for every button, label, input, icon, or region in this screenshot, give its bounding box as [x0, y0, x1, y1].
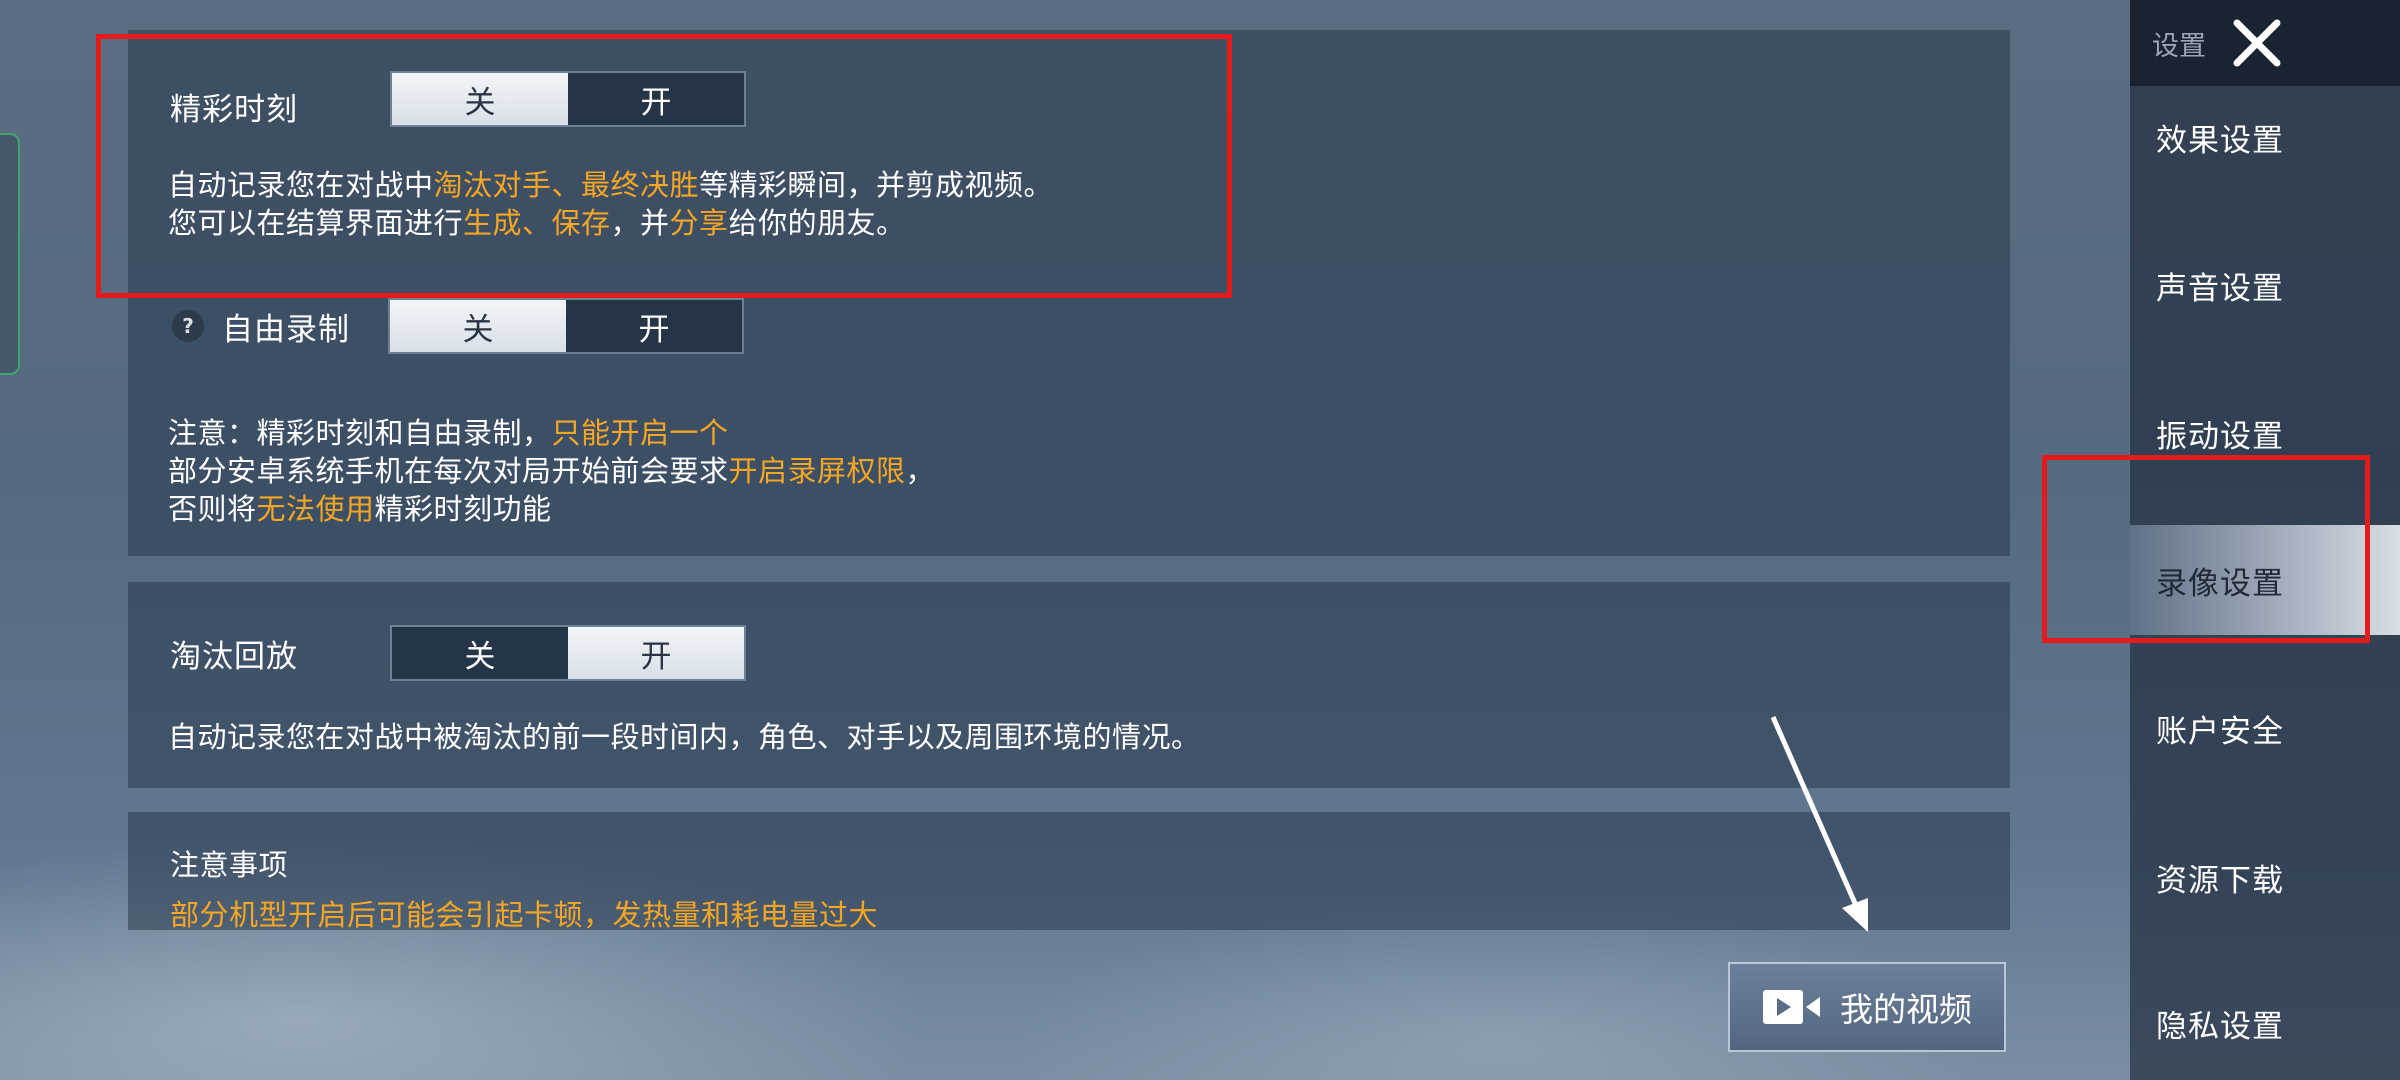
note-line1: 注意：精彩时刻和自由录制，只能开启一个 — [168, 416, 729, 450]
sidebar-item-resource-download[interactable]: 资源下载 — [2130, 822, 2400, 932]
notice-title: 注意事项 — [170, 848, 289, 882]
annotation-box-highlights — [96, 34, 1232, 298]
note-line3: 否则将无法使用精彩时刻功能 — [168, 492, 552, 526]
left-edge-tab[interactable] — [0, 133, 20, 375]
my-video-button[interactable]: 我的视频 — [1728, 962, 2006, 1052]
sidebar-title: 设置 — [2152, 30, 2206, 62]
elimination-replay-toggle-off[interactable]: 关 — [392, 627, 568, 679]
video-camera-icon — [1763, 990, 1820, 1024]
recording-note: 注意：精彩时刻和自由录制，只能开启一个 部分安卓系统手机在每次对局开始前会要求开… — [168, 414, 935, 528]
sidebar-item-privacy[interactable]: 隐私设置 — [2130, 968, 2400, 1078]
elimination-replay-description: 自动记录您在对战中被淘汰的前一段时间内，角色、对手以及周围环境的情况。 — [168, 720, 1201, 754]
free-record-toggle[interactable]: 关 开 — [388, 298, 744, 354]
free-record-row: ? 自由录制 — [172, 298, 350, 354]
elimination-replay-label: 淘汰回放 — [170, 638, 298, 675]
note-line2: 部分安卓系统手机在每次对局开始前会要求开启录屏权限， — [168, 454, 936, 488]
elimination-replay-toggle[interactable]: 关 开 — [390, 625, 746, 681]
close-icon[interactable] — [2228, 14, 2286, 72]
free-record-toggle-off[interactable]: 关 — [390, 300, 566, 352]
sidebar-item-account-security[interactable]: 账户安全 — [2130, 673, 2400, 783]
elimination-replay-panel — [128, 582, 2010, 788]
free-record-toggle-on[interactable]: 开 — [566, 300, 742, 352]
sidebar-item-effects[interactable]: 效果设置 — [2130, 82, 2400, 192]
elimination-replay-toggle-on[interactable]: 开 — [568, 627, 744, 679]
annotation-box-recording-tab — [2042, 455, 2370, 643]
free-record-label: 自由录制 — [222, 311, 350, 348]
annotation-arrow — [1770, 715, 1868, 932]
notice-text: 部分机型开启后可能会引起卡顿，发热量和耗电量过大 — [170, 898, 879, 932]
my-video-label: 我的视频 — [1840, 990, 1972, 1029]
sidebar-item-sound[interactable]: 声音设置 — [2130, 230, 2400, 340]
elimination-replay-row: 淘汰回放 — [170, 625, 298, 681]
sidebar-header: 设置 — [2130, 0, 2400, 86]
question-icon[interactable]: ? — [172, 310, 204, 342]
